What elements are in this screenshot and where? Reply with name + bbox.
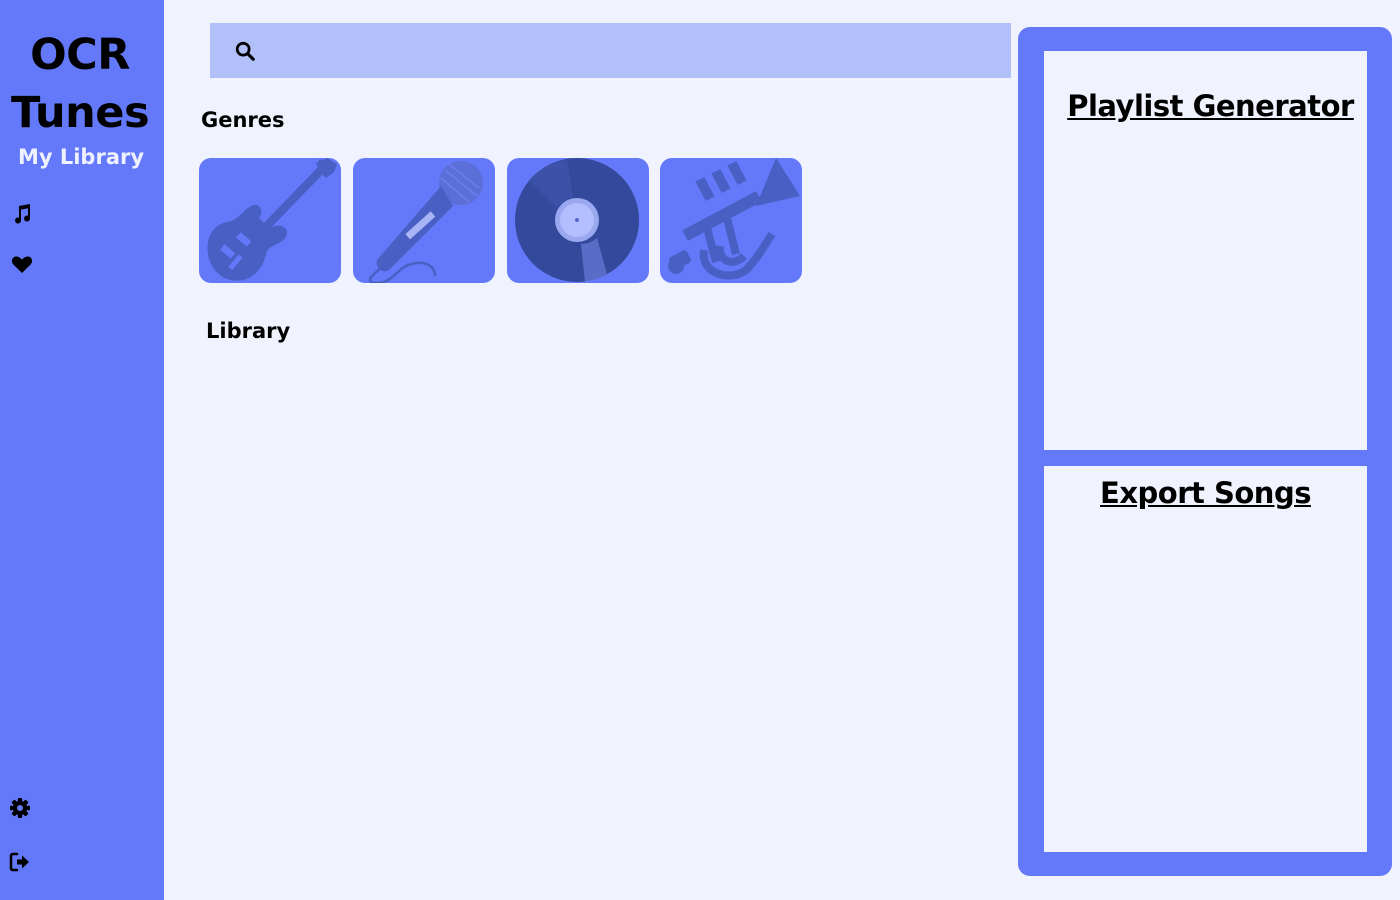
search-bar[interactable] [210,23,1011,78]
app-title-line-2: Tunes [10,88,150,138]
gear-icon[interactable] [8,796,32,820]
electric-guitar-icon [207,158,337,281]
page-subtitle: My Library [17,145,145,169]
microphone-icon [368,161,483,283]
library-heading: Library [206,319,291,343]
genre-tile-trumpet[interactable] [660,158,802,283]
genre-tile-microphone[interactable] [353,158,495,283]
genre-tile-guitar[interactable] [199,158,341,283]
music-note-icon[interactable] [10,202,34,226]
export-songs-title[interactable]: Export Songs [1044,476,1367,510]
sign-out-icon[interactable] [8,850,32,874]
playlist-generator-title[interactable]: Playlist Generator [1044,89,1367,123]
export-songs-card: Export Songs [1044,466,1367,852]
search-icon[interactable] [234,40,258,64]
vinyl-record-icon [515,158,639,282]
genres-heading: Genres [201,108,285,132]
trumpet-icon [668,158,800,280]
right-panel: Playlist Generator Export Songs [1018,27,1392,876]
sidebar: OCR Tunes My Library [0,0,164,900]
playlist-generator-card: Playlist Generator [1044,51,1367,450]
app-title-line-1: OCR [30,30,130,80]
genre-tile-vinyl[interactable] [507,158,649,283]
search-input[interactable] [270,33,990,68]
heart-icon[interactable] [10,252,34,276]
